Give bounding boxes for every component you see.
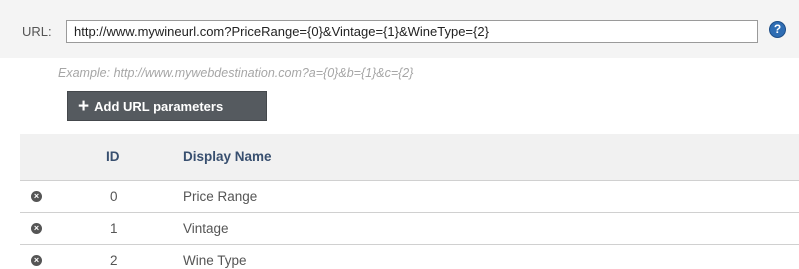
- remove-icon[interactable]: ×: [31, 191, 42, 202]
- remove-icon[interactable]: ×: [31, 255, 42, 266]
- url-parameters-panel: URL: ? Example: http://www.mywebdestinat…: [0, 0, 799, 269]
- column-header-id: ID: [106, 149, 120, 164]
- example-text: Example: http://www.mywebdestination.com…: [58, 66, 414, 80]
- row-id: 1: [110, 221, 118, 236]
- row-id: 2: [110, 253, 118, 268]
- table-row: × 0 Price Range: [20, 181, 799, 213]
- remove-icon[interactable]: ×: [31, 223, 42, 234]
- row-id: 0: [110, 189, 118, 204]
- table-row: × 1 Vintage: [20, 213, 799, 245]
- table-row: × 2 Wine Type: [20, 245, 799, 269]
- parameters-table: ID Display Name × 0 Price Range × 1 Vint…: [20, 134, 799, 269]
- url-label: URL:: [22, 24, 52, 39]
- plus-icon: +: [78, 95, 90, 117]
- add-url-parameters-button[interactable]: + Add URL parameters: [67, 91, 267, 121]
- row-display-name: Wine Type: [183, 253, 247, 268]
- url-row: URL: ?: [0, 0, 799, 58]
- column-header-display-name: Display Name: [183, 149, 272, 164]
- row-display-name: Price Range: [183, 189, 258, 204]
- url-input[interactable]: [66, 20, 758, 43]
- add-url-parameters-label: Add URL parameters: [94, 98, 224, 114]
- table-header: ID Display Name: [20, 134, 799, 181]
- help-icon[interactable]: ?: [769, 21, 786, 38]
- row-display-name: Vintage: [183, 221, 229, 236]
